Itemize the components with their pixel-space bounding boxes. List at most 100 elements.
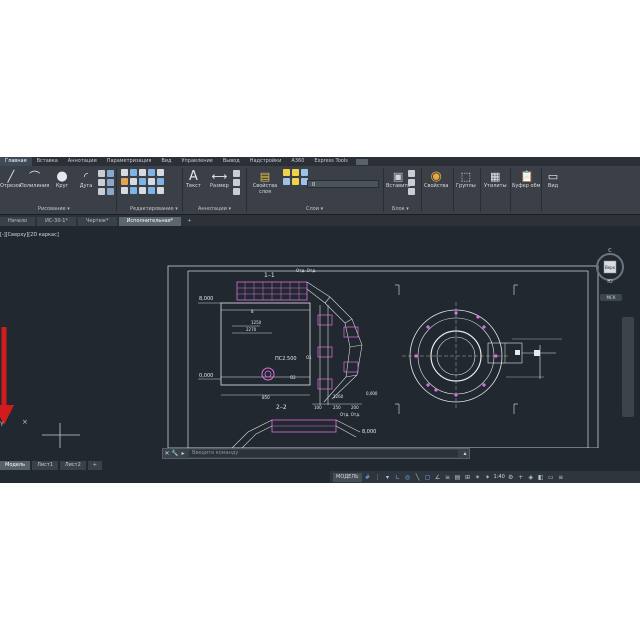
command-input[interactable]: Введите команду	[189, 450, 458, 457]
ribbon-tab-view[interactable]: Вид	[156, 157, 176, 166]
hatch-icon[interactable]	[107, 170, 114, 177]
utilities-tool[interactable]: ▦ Утилиты	[484, 169, 507, 190]
text-tool[interactable]: A Текст	[186, 169, 201, 190]
doc-tab-executive[interactable]: Исполнительная*	[118, 217, 182, 226]
polar-icon[interactable]: ◎	[404, 473, 412, 481]
erase-icon[interactable]	[157, 178, 164, 185]
rectangle-icon[interactable]	[98, 170, 105, 177]
navigation-bar[interactable]	[622, 317, 634, 417]
ribbon-tab-manage[interactable]: Управление	[176, 157, 217, 166]
ribbon-tab-addins[interactable]: Надстройки	[245, 157, 287, 166]
snap-icon[interactable]: ⋮	[374, 473, 382, 481]
groups-tool[interactable]: ⬚ Группы	[456, 169, 476, 190]
command-history-icon[interactable]: ▴	[461, 450, 469, 457]
chamfer-icon[interactable]	[157, 187, 164, 194]
layer-lock-icon[interactable]	[301, 169, 308, 176]
close-command-icon[interactable]: ✕	[163, 450, 171, 457]
ribbon-tab-parametric[interactable]: Параметризация	[102, 157, 157, 166]
edit-block-icon[interactable]	[408, 179, 415, 186]
wcs-menu-button[interactable]: МСК	[600, 294, 622, 301]
plus-icon[interactable]: +	[517, 473, 525, 481]
stretch-icon[interactable]	[130, 178, 137, 185]
boundary-icon[interactable]	[98, 188, 105, 195]
panel-layers-label[interactable]: Слои ▾	[306, 204, 323, 214]
offset-icon[interactable]	[130, 187, 137, 194]
layout-tab-model[interactable]: Модель	[0, 461, 31, 470]
array-icon[interactable]	[148, 178, 155, 185]
region-icon[interactable]	[107, 188, 114, 195]
table-icon[interactable]	[233, 179, 240, 186]
polyline-tool[interactable]: ⌒ Полилиния	[20, 169, 49, 189]
ribbon-tab-insert[interactable]: Вставка	[32, 157, 63, 166]
layout-tab-sheet1[interactable]: Лист1	[32, 461, 58, 470]
annotation-scale[interactable]: 1:40	[494, 474, 505, 480]
panel-block-label[interactable]: Блок ▾	[392, 204, 409, 214]
explode-icon[interactable]	[121, 187, 128, 194]
customize-icon[interactable]: ≡	[557, 473, 565, 481]
clean-screen-icon[interactable]: ▭	[547, 473, 555, 481]
ribbon-tab-output[interactable]: Вывод	[218, 157, 245, 166]
viewport-controls[interactable]: [-][Сверху][2D каркас]	[0, 232, 59, 238]
scale-icon[interactable]	[139, 178, 146, 185]
fillet-icon[interactable]	[121, 178, 128, 185]
arc-tool[interactable]: ◜ Дуга	[79, 169, 93, 190]
markup-icon[interactable]	[233, 188, 240, 195]
lineweight-icon[interactable]: ≡	[444, 473, 452, 481]
gradient-icon[interactable]	[107, 179, 114, 186]
customize-command-icon[interactable]: 🔧	[171, 450, 179, 457]
trim-icon[interactable]	[139, 169, 146, 176]
rotate-icon[interactable]	[130, 169, 137, 176]
panel-annotation-label[interactable]: Аннотации ▾	[198, 204, 231, 214]
new-tab-button[interactable]: +	[183, 217, 196, 226]
infer-icon[interactable]: ▾	[384, 473, 392, 481]
edit-attributes-icon[interactable]	[408, 188, 415, 195]
join-icon[interactable]	[148, 187, 155, 194]
layer-freeze-icon[interactable]	[292, 169, 299, 176]
object-snap-icon[interactable]: ▢	[424, 473, 432, 481]
ribbon-options-icon[interactable]	[355, 158, 368, 165]
segment-tool[interactable]: ╱ Отрезок	[0, 169, 22, 190]
panel-draw-label[interactable]: Рисование ▾	[38, 204, 70, 214]
circle-tool[interactable]: ● Круг	[55, 169, 69, 190]
doc-tab-drawing[interactable]: Чертеж*	[78, 217, 117, 226]
layer-match-icon[interactable]	[292, 178, 299, 185]
copy-icon[interactable]	[148, 169, 155, 176]
clipboard-tool[interactable]: 📋 Буфер обм.	[512, 169, 542, 190]
snap-tracking-icon[interactable]: ∠	[434, 473, 442, 481]
viewcube[interactable]: Верх С Ю	[592, 247, 628, 283]
extend-icon[interactable]	[139, 187, 146, 194]
layout-tab-sheet2[interactable]: Лист2	[59, 461, 86, 470]
leader-icon[interactable]	[233, 170, 240, 177]
mirror-icon[interactable]	[157, 169, 164, 176]
ribbon-tab-a360[interactable]: A360	[286, 157, 309, 166]
insert-block-tool[interactable]: ▣ Вставить	[386, 169, 410, 190]
ribbon-tab-annotate[interactable]: Аннотации	[63, 157, 102, 166]
ortho-icon[interactable]: ∟	[394, 473, 402, 481]
move-icon[interactable]	[121, 169, 128, 176]
isodraft-icon[interactable]: ╲	[414, 473, 422, 481]
annotation-visibility-icon[interactable]: ✶	[474, 473, 482, 481]
panel-modify-label[interactable]: Редактирование ▾	[130, 204, 178, 214]
model-space-toggle[interactable]: МОДЕЛЬ	[333, 472, 362, 482]
transparency-icon[interactable]: ▤	[454, 473, 462, 481]
auto-scale-icon[interactable]: ✶	[484, 473, 492, 481]
doc-tab-is30[interactable]: ИС-30-1*	[37, 217, 76, 226]
isolate-icon[interactable]: ◈	[527, 473, 535, 481]
dimension-tool[interactable]: ⟷ Размер	[210, 169, 229, 190]
layer-on-icon[interactable]	[283, 169, 290, 176]
layer-combo[interactable]: 0	[307, 180, 379, 188]
layer-isolate-icon[interactable]	[283, 178, 290, 185]
doc-tab-start[interactable]: Начало	[0, 217, 36, 226]
hardware-acceleration-icon[interactable]: ◧	[537, 473, 545, 481]
layer-properties-tool[interactable]: ▤ Свойства слоя	[251, 169, 279, 196]
drawing-canvas[interactable]: 1–1 Отд. Отд. 8,000 0,000 8 1250 2270 ПС…	[0, 227, 640, 448]
workspace-gear-icon[interactable]: ⚙	[507, 473, 515, 481]
grid-icon[interactable]: #	[364, 473, 372, 481]
create-block-icon[interactable]	[408, 170, 415, 177]
properties-tool[interactable]: ◉ Свойства	[424, 169, 448, 190]
selection-cycling-icon[interactable]: ⊞	[464, 473, 472, 481]
ribbon-tab-home[interactable]: Главная	[0, 157, 32, 166]
view-tool[interactable]: ▭ Вид	[546, 169, 560, 190]
ellipse-icon[interactable]	[98, 179, 105, 186]
ribbon-tab-express-tools[interactable]: Express Tools	[309, 157, 352, 166]
